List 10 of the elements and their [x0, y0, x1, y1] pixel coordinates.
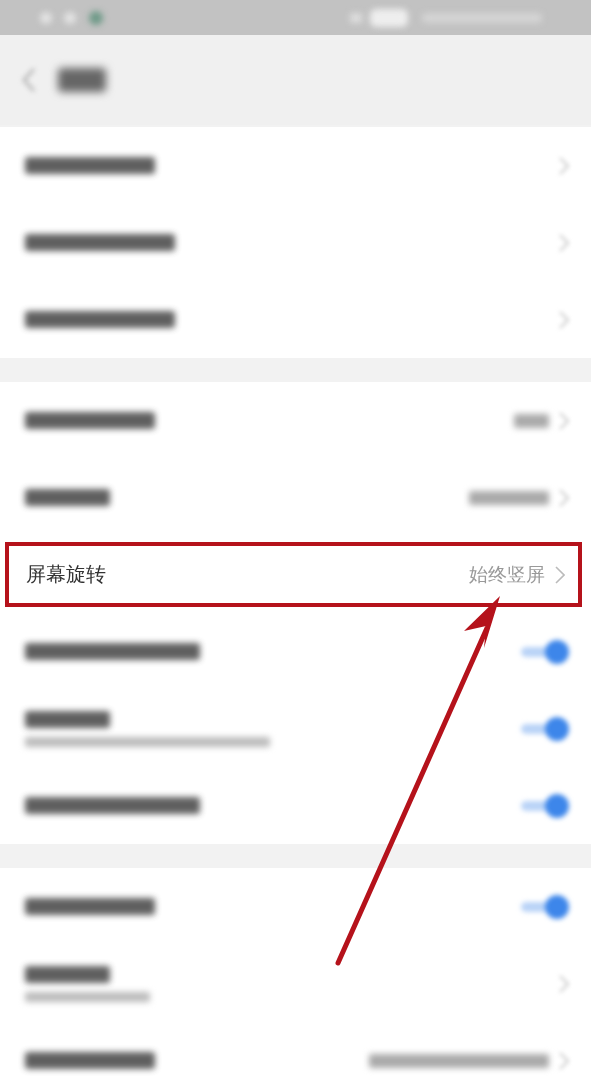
setting-value: 始终竖屏	[469, 561, 545, 587]
toggle-switch[interactable]	[521, 792, 569, 819]
blurred-text	[58, 68, 106, 92]
toggle-switch[interactable]	[521, 893, 569, 920]
setting-label: 屏幕旋转	[26, 561, 107, 588]
blurred-text	[514, 413, 549, 428]
chevron-icon	[555, 565, 565, 584]
toggle-switch[interactable]	[521, 638, 569, 665]
toggle-switch[interactable]	[521, 715, 569, 742]
highlighted-settings-row[interactable]: 屏幕旋转 始终竖屏	[5, 542, 582, 607]
